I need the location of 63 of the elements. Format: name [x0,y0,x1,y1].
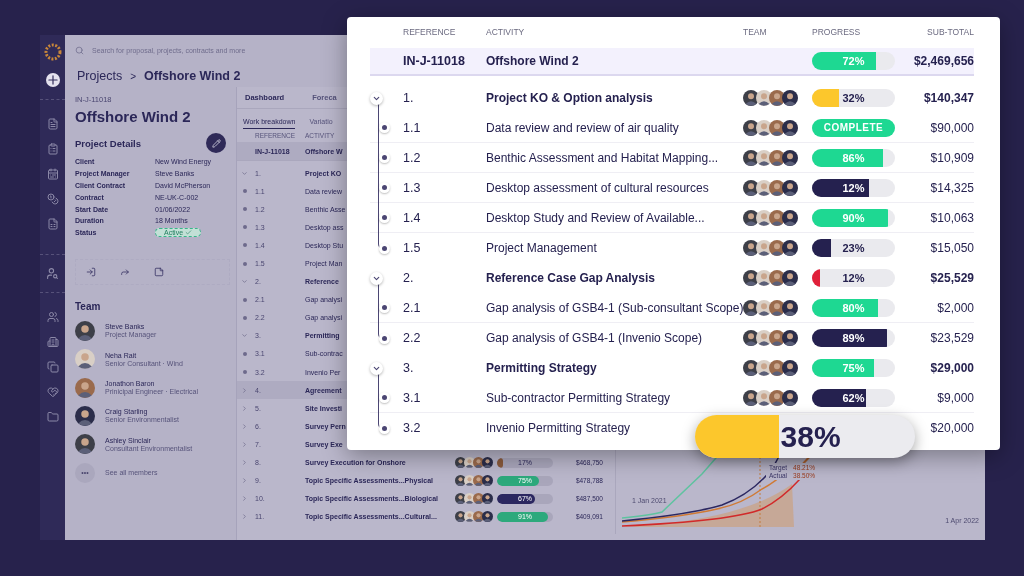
activity-cell: Offshore Wind 2 [486,54,579,68]
reference-cell: 1. [403,91,414,105]
reference-cell: 1.1 [403,120,421,135]
progress-value: 38% [780,419,841,454]
activity-cell: Gap analysis of GSB4-1 (Sub-consultant Scope) [486,300,744,315]
activity-cell: Permitting Strategy [486,361,597,375]
reference-cell: 3. [403,361,414,375]
column-header: PROGRESS [812,27,861,37]
progress-value: 12% [842,181,865,194]
reference-cell: 2.1 [403,300,421,315]
column-header: SUB-TOTAL [927,27,974,37]
progress-value: 72% [842,55,865,67]
subtotal-cell: $20,000 [930,421,974,435]
breadcrumb-current: Offshore Wind 2 [144,69,241,83]
subtotal-cell: $15,050 [930,241,974,255]
activity-cell: Project Management [486,241,597,255]
reference-cell: 1.3 [403,180,421,195]
section-heading: Project Details [75,137,141,149]
section-heading: Team [75,300,102,312]
subtotal-cell: $23,529 [930,331,974,345]
reference-cell: 2.2 [403,331,421,345]
progress-value: 75% [842,362,865,374]
activity-cell: Sub-contractor Permitting Strategy [486,390,671,405]
subtotal-cell: $14,325 [930,180,974,195]
progress-value: 90% [842,211,865,224]
activity-cell: Benthic Assessment and Habitat Mapping... [486,150,719,165]
subtotal-cell: $2,469,656 [913,54,974,68]
progress-value: 80% [842,301,865,314]
reference-cell: IN-J-11018 [403,54,465,68]
subtotal-cell: $10,063 [930,210,974,225]
column-header: REFERENCE [403,27,456,37]
activity-cell: Invenio Permitting Strategy [486,421,631,435]
complete-badge: COMPLETE [812,118,895,137]
column-header: ACTIVITY [486,27,525,37]
activity-cell: Desktop assessment of cultural resources [486,180,709,195]
activity-cell: Gap analysis of GSB4-1 (Invenio Scope) [486,331,703,345]
progress-value: 62% [842,391,865,404]
project-title: Offshore Wind 2 [75,108,192,125]
reference-cell: 1.4 [403,210,421,225]
breadcrumb-link[interactable]: Projects [77,69,123,83]
reference-cell: 3.1 [403,390,421,405]
column-header: TEAM [743,27,767,37]
subtotal-cell: $2,000 [937,300,974,315]
reference-cell: 1.2 [403,150,421,165]
reference-cell: 2. [403,271,414,285]
subtotal-cell: $9,000 [937,390,974,405]
subtotal-cell: $90,000 [930,120,974,135]
breadcrumb-separator: > [130,70,136,82]
progress-value: 32% [842,92,865,104]
subtotal-cell: $25,529 [930,271,974,285]
reference-cell: 1.5 [403,241,421,255]
subtotal-cell: $10,909 [930,150,974,165]
subtotal-cell: $140,347 [923,91,974,105]
progress-value: 23% [842,242,865,254]
subtotal-cell: $29,000 [930,361,974,375]
activity-cell: Project KO & Option analysis [486,91,653,105]
progress-value: 86% [842,151,865,164]
activity-cell: Desktop Study and Review of Available... [486,210,705,225]
activity-cell: Reference Case Gap Analysis [486,271,655,285]
activity-cell: Data review and review of air quality [486,120,679,135]
reference-cell: 3.2 [403,421,421,435]
progress-value: 89% [842,332,865,344]
progress-value: 12% [842,272,865,284]
